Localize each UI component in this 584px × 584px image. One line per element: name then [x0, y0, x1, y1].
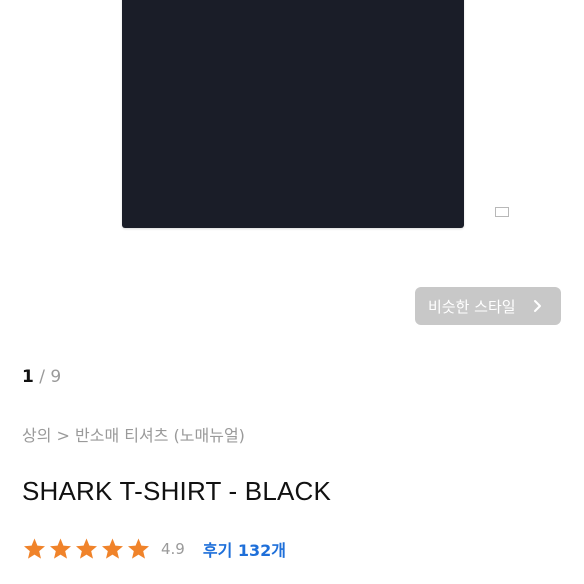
pager-current: 1 [22, 367, 34, 387]
product-title: SHARK T-SHIRT - BLACK [22, 476, 332, 506]
shirt-label-tag [495, 207, 509, 217]
star-icon [102, 538, 123, 559]
breadcrumb: 상의 > 반소매 티셔츠 (노매뉴얼) [22, 425, 245, 447]
pager-total: 9 [50, 367, 62, 387]
reviews-count: 132개 [237, 541, 287, 560]
breadcrumb-subcategory[interactable]: 반소매 티셔츠 [75, 425, 168, 447]
chevron-right-icon [534, 300, 541, 312]
star-icon [24, 538, 45, 559]
star-icon [128, 538, 149, 559]
rating-value: 4.9 [161, 540, 185, 558]
reviews-link[interactable]: 후기 132개 [203, 537, 286, 561]
star-icon [50, 538, 71, 559]
reviews-label: 후기 [202, 541, 233, 560]
similar-style-button-label: 비슷한 스타일 [428, 297, 516, 316]
rating-stars [22, 537, 151, 561]
product-image-area[interactable]: 비슷한 스타일 [0, 0, 584, 352]
similar-style-button[interactable]: 비슷한 스타일 [415, 287, 561, 325]
product-image-tshirt [122, 0, 509, 228]
star-icon [76, 538, 97, 559]
breadcrumb-separator: > [56, 426, 70, 445]
breadcrumb-brand[interactable]: (노매뉴얼) [174, 425, 245, 447]
rating-row: 4.9 후기 132개 [22, 536, 286, 562]
pager-separator: / [39, 367, 45, 387]
breadcrumb-category[interactable]: 상의 [22, 425, 51, 447]
image-pager: 1 / 9 [22, 366, 61, 388]
